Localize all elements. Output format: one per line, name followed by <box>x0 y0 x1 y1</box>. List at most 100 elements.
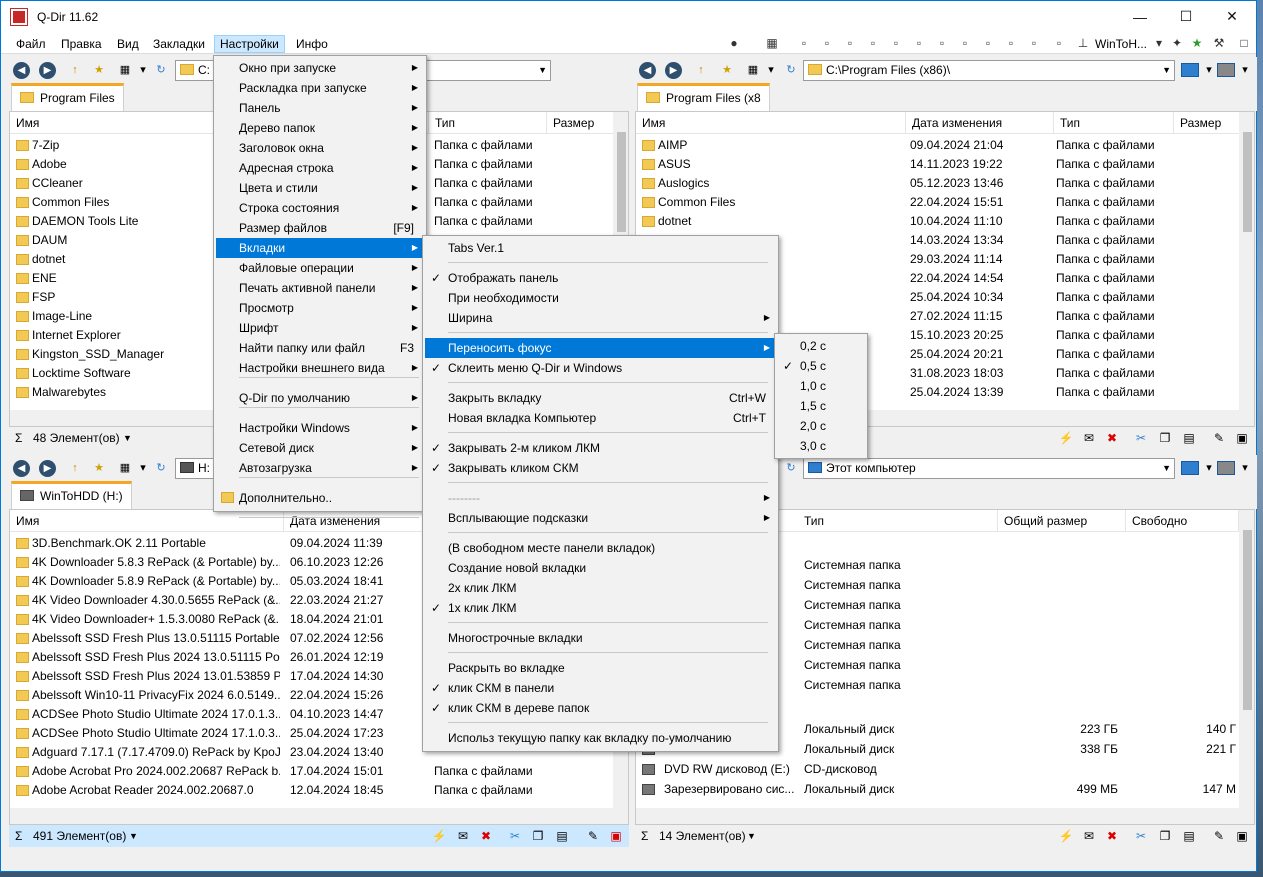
refresh-icon[interactable]: ↻ <box>783 460 799 476</box>
menu-item[interactable]: Размер файлов [F9] <box>216 218 424 238</box>
delete-icon[interactable]: ✖ <box>1104 430 1120 446</box>
menu-view[interactable]: Вид <box>112 35 144 53</box>
monitor-2-dropdown-icon[interactable]: ▾ <box>1237 460 1253 476</box>
col-name[interactable]: Имя <box>10 510 284 532</box>
minimize-button[interactable]: — <box>1117 1 1163 32</box>
dropdown-arrow-icon[interactable]: ▾ <box>1151 35 1167 51</box>
menu-item[interactable]: Ширина ▶ <box>425 308 776 328</box>
rename-icon[interactable]: ✎ <box>585 828 601 844</box>
menu-item[interactable]: ✓ 1х клик ЛКМ <box>425 598 776 618</box>
menu-item[interactable]: Q-Dir по умолчанию ▶ <box>216 388 424 408</box>
tab-program-files[interactable]: Program Files <box>11 83 124 111</box>
menu-item[interactable]: Настройки внешнего вида ▶ <box>216 358 424 378</box>
monitor-2-icon[interactable] <box>1217 63 1235 77</box>
paste-icon[interactable]: ▤ <box>1181 430 1197 446</box>
status-dropdown-icon[interactable]: ▼ <box>129 825 138 847</box>
layout-5-icon[interactable]: ▫ <box>865 35 881 51</box>
menu-item[interactable]: Закрыть вкладку Ctrl+W <box>425 388 776 408</box>
menu-item[interactable]: Сетевой диск ▶ <box>216 438 424 458</box>
address-dropdown-icon[interactable]: ▼ <box>1162 61 1171 80</box>
up-folder-icon[interactable]: ↑ <box>693 62 709 78</box>
monitor-icon[interactable] <box>1181 63 1199 77</box>
col-type[interactable]: Тип <box>429 112 547 134</box>
list-item[interactable]: ASUS 14.11.2023 19:22 Папка с файлами <box>636 155 1239 174</box>
monitor-dropdown-icon[interactable]: ▾ <box>1201 62 1217 78</box>
address-bar[interactable]: C:\Program Files (x86)\ ▼ <box>803 60 1175 81</box>
menu-item[interactable]: 2,0 с <box>777 416 865 436</box>
mail-icon[interactable]: ✉ <box>455 828 471 844</box>
menu-item[interactable]: Раскладка при запуске ▶ <box>216 78 424 98</box>
layout-8-icon[interactable]: ▫ <box>934 35 950 51</box>
col-free[interactable]: Свободно <box>1126 510 1239 532</box>
up-folder-icon[interactable]: ↑ <box>67 62 83 78</box>
menu-item[interactable]: Переносить фокус ▶ <box>425 338 776 358</box>
menu-bookmarks[interactable]: Закладки <box>148 35 210 53</box>
menu-item[interactable]: ✓ Отображать панель <box>425 268 776 288</box>
list-item[interactable]: Adobe Acrobat Reader 2024.002.20687.0 12.… <box>10 781 613 800</box>
back-icon[interactable]: ◀ <box>13 62 30 79</box>
menu-item[interactable]: 1,0 с <box>777 376 865 396</box>
paste-icon[interactable]: ▤ <box>554 828 570 844</box>
lightning-icon[interactable]: ⚡ <box>431 828 447 844</box>
tools-icon[interactable]: ⚒ <box>1211 35 1227 51</box>
layout-grid-icon[interactable]: ▦ <box>764 35 780 51</box>
menu-info[interactable]: Инфо <box>291 35 333 53</box>
menu-edit[interactable]: Правка <box>56 35 107 53</box>
col-name[interactable]: Имя <box>636 112 906 134</box>
back-icon[interactable]: ◀ <box>639 62 656 79</box>
cut-icon[interactable]: ✂ <box>1133 828 1149 844</box>
list-item[interactable]: Common Files 22.04.2024 15:51 Папка с файл… <box>636 193 1239 212</box>
properties-icon[interactable]: ▣ <box>1234 828 1250 844</box>
properties-icon[interactable]: ▣ <box>608 828 624 844</box>
title-bar[interactable]: Q-Dir 11.62 — ☐ ✕ <box>1 1 1256 32</box>
tab-wintohdd[interactable]: WinToHDD (H:) <box>11 481 132 509</box>
menu-item[interactable]: Всплывающие подсказки ▶ <box>425 508 776 528</box>
menu-item[interactable]: При необходимости <box>425 288 776 308</box>
forward-icon[interactable]: ▶ <box>39 460 56 477</box>
menu-item[interactable]: Заголовок окна ▶ <box>216 138 424 158</box>
menu-item[interactable]: Tabs Ver.1 <box>425 238 776 258</box>
menu-item[interactable]: Многострочные вкладки <box>425 628 776 648</box>
menu-file[interactable]: Файл <box>11 35 51 53</box>
menu-item[interactable]: Адресная строка ▶ <box>216 158 424 178</box>
layout-4-icon[interactable]: ▫ <box>842 35 858 51</box>
menu-item[interactable]: Окно при запуске ▶ <box>216 58 424 78</box>
copy-icon[interactable]: ❐ <box>530 828 546 844</box>
copy-icon[interactable]: ❐ <box>1157 430 1173 446</box>
list-item[interactable]: Adobe Acrobat Pro 2024.002.20687 RePack … <box>10 762 613 781</box>
col-date[interactable]: Дата изменения <box>906 112 1054 134</box>
menu-item[interactable]: -------- ▶ <box>425 488 776 508</box>
view-icon[interactable]: ▦ <box>117 460 133 476</box>
lightning-icon[interactable]: ⚡ <box>1058 828 1074 844</box>
monitor-2-icon[interactable] <box>1217 461 1235 475</box>
col-size[interactable]: Размер <box>547 112 617 134</box>
menu-item[interactable]: ✓ клик СКМ в дереве папок <box>425 698 776 718</box>
rename-icon[interactable]: ✎ <box>1211 430 1227 446</box>
view-dropdown-icon[interactable]: ▾ <box>135 460 151 476</box>
menu-item[interactable]: ✓ Закрывать 2-м кликом ЛКМ <box>425 438 776 458</box>
view-dropdown-icon[interactable]: ▾ <box>135 62 151 78</box>
layout-9-icon[interactable]: ▫ <box>957 35 973 51</box>
menu-settings[interactable]: Настройки <box>214 35 285 53</box>
col-type[interactable]: Тип <box>1054 112 1174 134</box>
delete-icon[interactable]: ✖ <box>478 828 494 844</box>
menu-item[interactable]: Печать активной панели ▶ <box>216 278 424 298</box>
menu-item[interactable]: Создание новой вкладки <box>425 558 776 578</box>
vertical-scrollbar[interactable] <box>1239 510 1254 808</box>
maximize-button[interactable]: ☐ <box>1163 1 1209 32</box>
menu-item[interactable]: Новая вкладка Компьютер Ctrl+T <box>425 408 776 428</box>
menu-item[interactable]: Вкладки ▶ <box>216 238 424 258</box>
lightning-icon[interactable]: ⚡ <box>1058 430 1074 446</box>
refresh-icon[interactable]: ↻ <box>153 62 169 78</box>
monitor-icon[interactable] <box>1181 461 1199 475</box>
cut-icon[interactable]: ✂ <box>507 828 523 844</box>
paste-icon[interactable]: ▤ <box>1181 828 1197 844</box>
refresh-icon[interactable]: ↻ <box>153 460 169 476</box>
mail-icon[interactable]: ✉ <box>1081 430 1097 446</box>
col-date[interactable]: Дата изменения <box>284 510 429 532</box>
monitor-2-dropdown-icon[interactable]: ▾ <box>1237 62 1253 78</box>
refresh-icon[interactable]: ↻ <box>783 62 799 78</box>
address-dropdown-icon[interactable]: ▼ <box>538 61 547 80</box>
cut-icon[interactable]: ✂ <box>1133 430 1149 446</box>
drive-selector[interactable]: WinToH... <box>1090 35 1152 53</box>
